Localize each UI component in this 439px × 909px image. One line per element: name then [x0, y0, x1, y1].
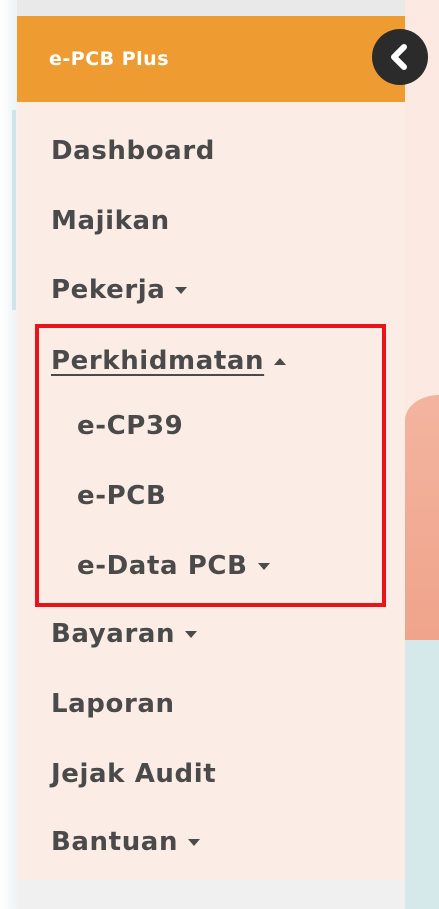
- sidebar: e-PCB Plus Dashboard Majikan Pekerja Per…: [17, 0, 405, 909]
- submenu-item-e-pcb[interactable]: e-PCB: [17, 472, 166, 520]
- sidebar-item-perkhidmatan[interactable]: Perkhidmatan: [17, 337, 287, 385]
- sidebar-item-label: Bantuan: [51, 827, 179, 857]
- sidebar-item-label: Bayaran: [51, 619, 176, 649]
- sidebar-top-border: [17, 0, 405, 16]
- submenu-item-label: e-PCB: [77, 481, 167, 511]
- sidebar-bottom-border: [17, 880, 405, 909]
- content-decoration-teal: [405, 640, 439, 909]
- left-edge-strip: [0, 0, 17, 909]
- left-edge-accent: [12, 110, 16, 310]
- sidebar-item-label: Laporan: [51, 689, 175, 719]
- sidebar-item-label: Majikan: [51, 206, 170, 236]
- sidebar-item-bayaran[interactable]: Bayaran: [17, 610, 198, 658]
- sidebar-item-label: Pekerja: [51, 275, 166, 305]
- submenu-item-e-cp39[interactable]: e-CP39: [17, 402, 183, 450]
- submenu-item-label: e-CP39: [77, 411, 184, 441]
- sidebar-item-laporan[interactable]: Laporan: [17, 680, 175, 728]
- app-screen: e-PCB Plus Dashboard Majikan Pekerja Per…: [0, 0, 439, 909]
- brand-bar: e-PCB Plus: [17, 16, 405, 102]
- caret-down-icon: [175, 286, 188, 294]
- sidebar-item-label: Perkhidmatan: [51, 346, 265, 376]
- brand-title[interactable]: e-PCB Plus: [49, 48, 169, 70]
- caret-up-icon: [274, 357, 287, 365]
- caret-down-icon: [185, 630, 198, 638]
- submenu-item-label: e-Data PCB: [77, 551, 248, 581]
- chevron-left-icon: [391, 44, 407, 70]
- sidebar-item-majikan[interactable]: Majikan: [17, 197, 170, 245]
- sidebar-item-label: Dashboard: [51, 136, 215, 166]
- caret-down-icon: [188, 838, 201, 846]
- sidebar-collapse-button[interactable]: [372, 29, 428, 85]
- sidebar-item-jejak-audit[interactable]: Jejak Audit: [17, 750, 216, 798]
- sidebar-item-pekerja[interactable]: Pekerja: [17, 266, 188, 314]
- sidebar-item-bantuan[interactable]: Bantuan: [17, 818, 201, 866]
- main-content-area: [405, 0, 439, 909]
- content-decoration-salmon: [405, 395, 439, 640]
- submenu-item-e-data-pcb[interactable]: e-Data PCB: [17, 542, 270, 590]
- caret-down-icon: [257, 562, 270, 570]
- sidebar-item-label: Jejak Audit: [51, 759, 217, 789]
- sidebar-item-dashboard[interactable]: Dashboard: [17, 127, 215, 175]
